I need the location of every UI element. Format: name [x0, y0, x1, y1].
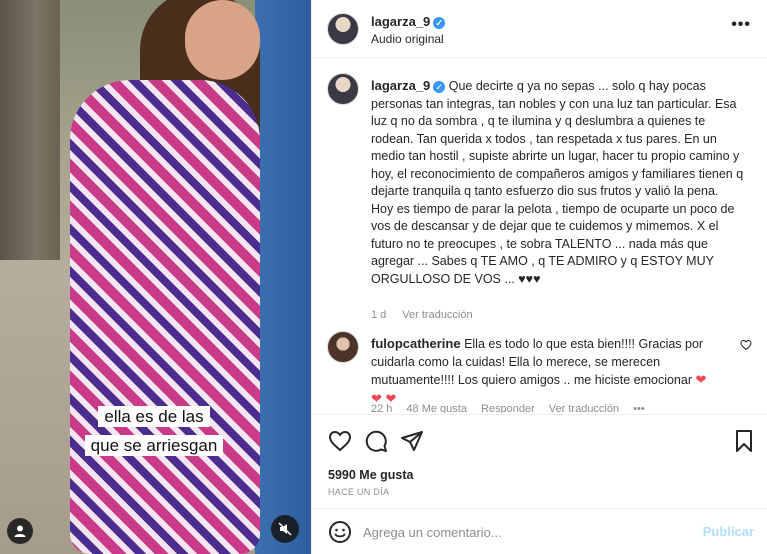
comment-text: fulopcatherine Ella es todo lo que esta … — [371, 335, 721, 407]
like-icon[interactable] — [328, 429, 352, 453]
comment-likes[interactable]: 48 Me gusta — [406, 403, 467, 413]
comment-like-icon[interactable] — [740, 339, 752, 354]
person-face — [185, 0, 260, 80]
comment-meta: 22 h 48 Me gusta Responder Ver traducción ••… — [371, 403, 659, 413]
post-time: HACE UN DÍA — [328, 487, 390, 497]
header-username-text[interactable]: lagarza_9 — [371, 14, 430, 29]
comments-section[interactable]: lagarza_9 ✓ Que decirte q ya no sepas ...… — [312, 59, 767, 413]
more-options-button[interactable]: ••• — [731, 16, 751, 34]
blue-wall — [255, 0, 311, 554]
share-icon[interactable] — [400, 429, 424, 453]
emoji-icon[interactable] — [328, 520, 352, 544]
media-caption: ella es de las que se arriesgan — [74, 402, 234, 460]
caption-meta: 1 d Ver traducción — [371, 309, 473, 321]
audio-label[interactable]: Audio original — [371, 32, 444, 46]
tree-trunk — [0, 0, 60, 260]
caption-age: 1 d — [371, 309, 387, 321]
action-bar — [312, 414, 767, 466]
comment-icon[interactable] — [364, 429, 388, 453]
header-username[interactable]: lagarza_9 ✓ — [371, 14, 446, 29]
comment-age: 22 h — [371, 403, 393, 413]
post-media[interactable]: ella es de las que se arriesgan — [0, 0, 311, 554]
person-outfit — [70, 80, 260, 554]
mute-icon[interactable] — [271, 515, 299, 543]
post-caption-text: lagarza_9 ✓ Que decirte q ya no sepas ...… — [371, 77, 751, 288]
avatar[interactable] — [327, 331, 359, 363]
likes-count[interactable]: 5990 Me gusta — [328, 468, 413, 482]
tagged-user-icon[interactable] — [7, 518, 33, 544]
save-icon[interactable] — [732, 429, 756, 453]
comment-input[interactable] — [363, 521, 693, 543]
avatar[interactable] — [327, 13, 359, 45]
comment-reply-button[interactable]: Responder — [481, 403, 535, 413]
post-panel: lagarza_9 ✓ Audio original ••• lagarza_9 ✓… — [311, 0, 767, 554]
caption-line-2: que se arriesgan — [84, 435, 224, 456]
verified-icon: ✓ — [433, 16, 446, 29]
comment-heart-emoji: ❤ — [695, 372, 707, 387]
caption-username[interactable]: lagarza_9 — [371, 78, 430, 93]
comment-composer: Publicar — [312, 508, 767, 554]
caption-line-1: ella es de las — [98, 406, 210, 427]
publish-button[interactable]: Publicar — [703, 524, 754, 539]
comment-more-button[interactable]: ••• — [633, 403, 645, 413]
comment-username[interactable]: fulopcatherine — [371, 336, 461, 351]
caption-body-2: Hoy es tiempo de parar la pelota , tiemp… — [371, 201, 735, 286]
avatar[interactable] — [327, 73, 359, 105]
caption-body: Que decirte q ya no sepas ... solo q hay… — [371, 79, 744, 198]
comment-translate-link[interactable]: Ver traducción — [549, 403, 619, 413]
post-header: lagarza_9 ✓ Audio original ••• — [312, 0, 767, 58]
caption-translate-link[interactable]: Ver traducción — [402, 309, 472, 321]
verified-icon: ✓ — [433, 80, 446, 93]
